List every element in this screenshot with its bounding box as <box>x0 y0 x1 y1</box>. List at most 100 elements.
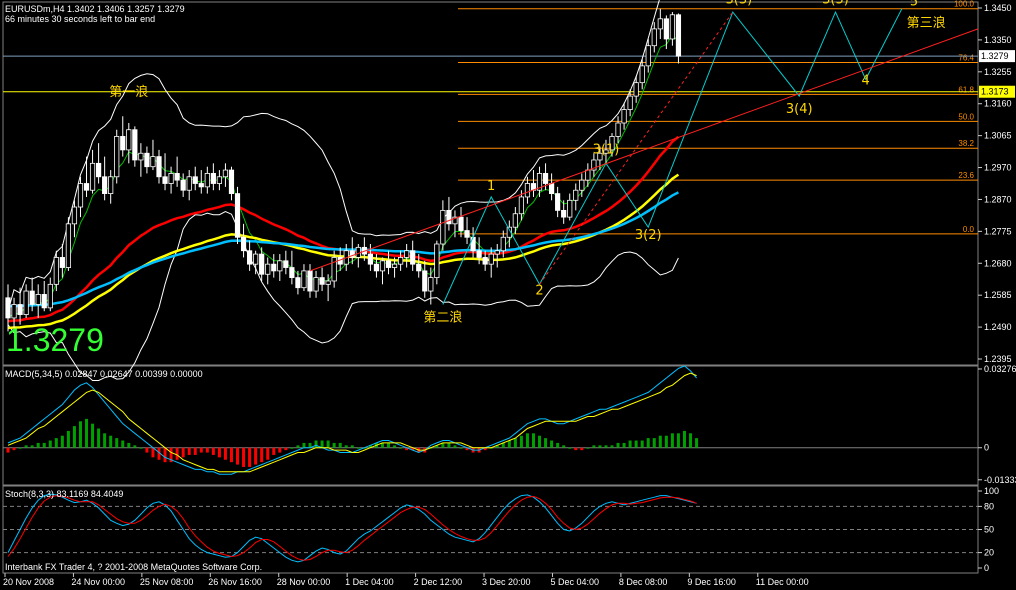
fib-level-label: 38.2 <box>958 139 974 148</box>
candle-body <box>150 156 156 168</box>
candle-body <box>555 193 561 211</box>
time-axis-label: 1 Dec 04:00 <box>345 577 394 587</box>
macd-hist-bar <box>302 442 306 448</box>
fib-level-label: 100.0 <box>954 0 975 9</box>
copyright-footer: Interbank FX Trader 4, ? 2001-2008 MetaQ… <box>5 562 263 572</box>
candle-body <box>585 169 591 181</box>
price-axis-label: 1.2585 <box>984 290 1012 300</box>
macd-hist-bar <box>54 438 58 448</box>
macd-hist-bar <box>640 440 644 448</box>
macd-hist-bar <box>296 445 300 448</box>
fib-level-label: 76.4 <box>958 54 974 63</box>
candle-body <box>144 152 150 168</box>
candle-body <box>549 183 555 194</box>
macd-header: MACD(5,34,5) 0.02847 0.02647 0.00399 0.0… <box>5 369 203 379</box>
candle-body <box>669 14 676 40</box>
macd-hist-bar <box>598 445 602 448</box>
macd-main-line <box>7 365 697 475</box>
candle-body <box>325 280 331 285</box>
macd-hist-bar <box>133 445 137 448</box>
candle-body <box>440 209 446 245</box>
candle-body <box>53 257 59 285</box>
macd-hist-bar <box>664 435 668 448</box>
macd-hist-bar <box>6 447 10 453</box>
macd-hist-bar <box>634 440 638 448</box>
candle-body <box>17 304 23 315</box>
wave-label: 3(1) <box>593 142 620 157</box>
macd-hist-bar <box>387 442 391 448</box>
candle-body <box>470 236 476 252</box>
wave-label: 3(2) <box>635 228 662 243</box>
macd-hist-bar <box>78 421 82 448</box>
stoch-axis-label: 50 <box>984 525 994 535</box>
macd-hist-bar <box>260 447 264 463</box>
candle-body <box>65 223 71 268</box>
macd-hist-bar <box>550 440 554 448</box>
candle-body <box>615 122 621 137</box>
candle-body <box>301 270 307 289</box>
candle-body <box>422 270 428 292</box>
big-price-label: 1.3279 <box>6 322 104 358</box>
fib-level-label: 50.0 <box>958 112 974 121</box>
macd-hist-bar <box>689 433 693 448</box>
macd-hist-bar <box>338 442 342 448</box>
candle-body <box>222 169 229 178</box>
candle-body <box>434 243 440 279</box>
macd-hist-bar <box>604 445 608 448</box>
macd-hist-bar <box>139 447 143 449</box>
candle-body <box>283 260 289 268</box>
candle-body <box>216 176 222 184</box>
candle-body <box>162 176 168 184</box>
macd-hist-bar <box>145 447 149 453</box>
candle-body <box>458 216 464 231</box>
candle-body <box>639 65 645 84</box>
macd-axis-label: 0.03276 <box>984 364 1016 374</box>
macd-hist-bar <box>399 447 403 449</box>
macd-hist-bar <box>574 447 578 451</box>
ema-cyan-line <box>7 191 679 308</box>
macd-axis-label: -0.01333 <box>984 475 1016 485</box>
candle-body <box>331 257 337 282</box>
candle-body <box>397 257 404 265</box>
wave-label: 5 <box>910 0 918 9</box>
candle-body <box>11 304 17 319</box>
candle-body <box>253 253 259 265</box>
candle-body <box>657 18 663 30</box>
macd-hist-bar <box>175 447 179 460</box>
macd-hist-bar <box>60 435 64 448</box>
time-axis-label: 25 Nov 08:00 <box>140 577 194 587</box>
price-chart-canvas[interactable]: 1.3450 1.3350 1.3255 1.3160 1.3065 1.2970 1.28… <box>0 0 1016 590</box>
macd-hist-bar <box>592 445 596 448</box>
macd-hist-bar <box>36 442 40 448</box>
macd-hist-bar <box>519 435 523 448</box>
macd-hist-bar <box>127 442 131 448</box>
wave-label: 第一浪 <box>109 85 148 100</box>
candle-body <box>271 263 277 272</box>
time-axis-label: 9 Dec 16:00 <box>687 577 736 587</box>
candle-body <box>108 176 114 194</box>
price-tag-text: 1.3279 <box>981 51 1009 61</box>
time-axis-label: 11 Dec 00:00 <box>756 577 809 587</box>
macd-hist-bar <box>151 447 155 458</box>
candle-body <box>542 173 549 184</box>
time-axis-label: 5 Dec 04:00 <box>550 577 599 587</box>
macd-axis-label: 0 <box>984 443 989 453</box>
wave-label: 1 <box>487 179 495 194</box>
candle-body <box>41 294 47 309</box>
price-axis-label: 1.3450 <box>984 3 1012 13</box>
candle-body <box>77 183 84 208</box>
macd-hist-bar <box>695 438 699 448</box>
macd-hist-bar <box>187 447 191 455</box>
macd-hist-bar <box>24 445 28 448</box>
macd-hist-bar <box>284 447 288 451</box>
price-axis-label: 1.2490 <box>984 322 1012 332</box>
macd-hist-bar <box>266 447 270 460</box>
candle-body <box>482 257 488 265</box>
candle-body <box>663 18 669 40</box>
candle-body <box>391 263 398 268</box>
candle-body <box>307 270 313 292</box>
macd-hist-bar <box>181 447 185 458</box>
macd-hist-bar <box>223 447 227 460</box>
macd-hist-bar <box>229 447 233 463</box>
macd-hist-bar <box>580 447 584 451</box>
